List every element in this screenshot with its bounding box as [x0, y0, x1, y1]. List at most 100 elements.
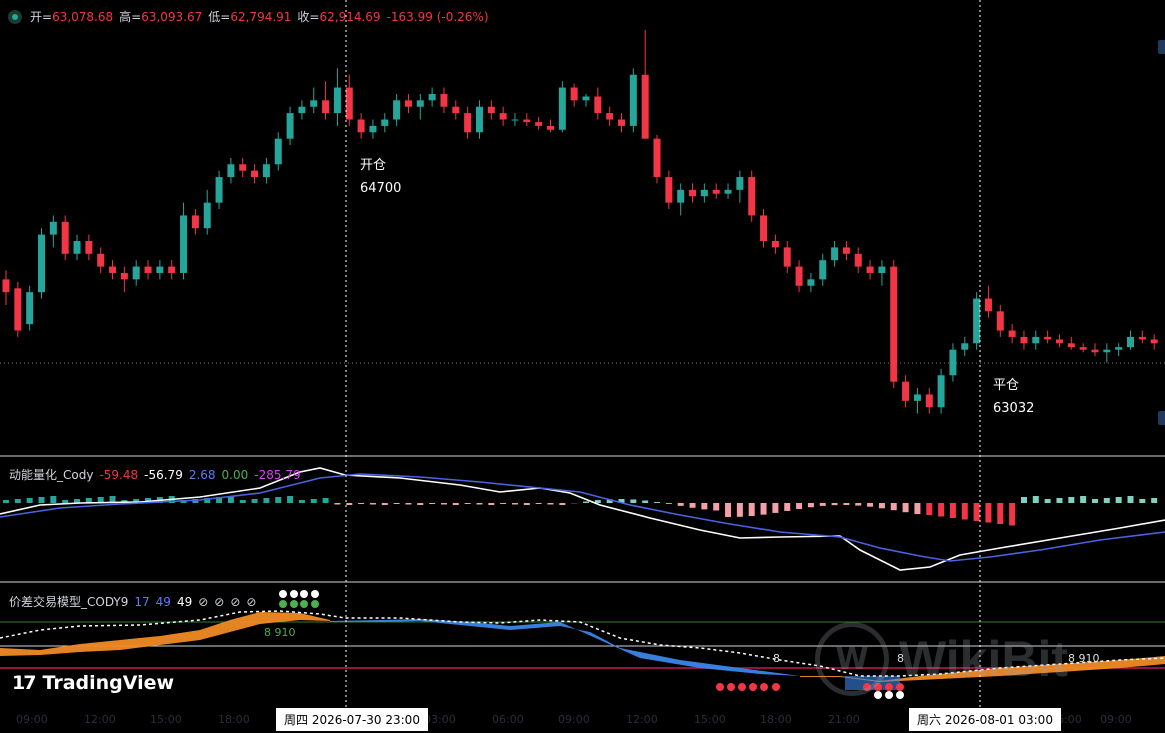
histogram-bar [665, 503, 672, 504]
histogram-bar [949, 503, 956, 518]
ohlc-open-value: 63,078.68 [52, 9, 114, 24]
candle-body [404, 100, 412, 107]
candle-body [700, 189, 708, 197]
histogram-bar [488, 503, 495, 505]
signal-number: 8 [773, 652, 780, 665]
signal-dot [300, 590, 308, 598]
ohlc-change-value: -163.99 (-0.26%) [386, 9, 489, 24]
candle-body [14, 288, 22, 331]
candle-body [1103, 349, 1111, 353]
candle-body [1079, 347, 1087, 350]
histogram-bar [736, 503, 743, 517]
histogram-bar [369, 503, 376, 505]
histogram-bar [62, 500, 69, 503]
tradingview-logo[interactable]: 17 TradingView [12, 672, 174, 694]
histogram-bar [1009, 503, 1016, 526]
indicator1-value5: -285.79 [254, 467, 301, 482]
open-position-price: 64700 [360, 181, 402, 196]
candle-body [180, 215, 188, 273]
histogram-bar [938, 503, 945, 517]
crosshair-time-badge-right: 周六 2026-08-01 03:00 [909, 708, 1061, 731]
candle-body [499, 113, 507, 120]
candle-body [523, 119, 531, 123]
indicator1-legend[interactable]: 动能量化_Cody -59.48 -56.79 2.68 0.00 -285.7… [9, 466, 301, 483]
ohlc-close-key: 收= [297, 10, 320, 24]
candle-body [984, 298, 992, 312]
candle-body [333, 87, 341, 114]
histogram-bar [843, 503, 850, 506]
histogram-bar [819, 503, 826, 506]
histogram-bar [890, 503, 897, 511]
signal-dot [727, 683, 735, 691]
histogram-bar [1091, 499, 1098, 503]
candle-body [618, 119, 626, 126]
candle-body [807, 279, 815, 286]
candle-body [712, 189, 720, 194]
histogram-bar [725, 503, 732, 517]
time-axis-label: 15:00 [150, 713, 182, 726]
candle-body [973, 298, 981, 344]
histogram-bar [760, 503, 767, 515]
candle-body [452, 106, 460, 114]
histogram-bar [464, 503, 471, 504]
indicator1-value4: 0.00 [221, 467, 249, 482]
histogram-bar [1127, 496, 1134, 503]
candle-body [156, 266, 164, 273]
candle-body [594, 96, 602, 114]
histogram-bar [1151, 498, 1158, 503]
indicator2-param3: 49 [176, 594, 193, 609]
histogram-bar [961, 503, 968, 520]
candle-body [262, 164, 270, 178]
histogram-bar [1139, 499, 1146, 503]
candle-body [760, 215, 768, 241]
status-dot-icon[interactable] [8, 9, 22, 24]
hidden-plot-icon: ⊘ [246, 594, 257, 609]
histogram-bar [346, 503, 353, 505]
histogram-bar [867, 503, 874, 507]
ohlc-high-value: 63,093.67 [141, 9, 203, 24]
candle-body [925, 394, 933, 408]
indicator2-legend[interactable]: 价差交易模型_CODY9 17 49 49 ⊘ ⊘ ⊘ ⊘ [9, 593, 256, 610]
hidden-plot-icon: ⊘ [198, 594, 209, 609]
candle-body [227, 164, 235, 178]
price-scale-tag[interactable] [1158, 40, 1165, 54]
histogram-bar [1056, 498, 1063, 503]
ohlc-low-value: 62,794.91 [230, 9, 292, 24]
signal-dot [749, 683, 757, 691]
indicator2-name: 价差交易模型_CODY9 [9, 595, 129, 609]
candle-body [854, 253, 862, 267]
signal-dot [279, 600, 287, 608]
tradingview-mark-icon: 17 [12, 672, 36, 694]
histogram-bar [1032, 496, 1039, 503]
histogram-bar [275, 497, 282, 503]
candle-body [748, 177, 756, 216]
close-position-label: 平仓 [993, 378, 1020, 393]
histogram-bar [1020, 497, 1027, 503]
price-scale-tag[interactable] [1158, 411, 1165, 425]
candle-body [369, 125, 377, 133]
histogram-bar [748, 503, 755, 517]
candle-body [215, 177, 223, 203]
candle-body [606, 113, 614, 120]
ohlc-header: 开= 63,078.68 高= 63,093.67 低= 62,794.91 收… [8, 8, 495, 25]
histogram-bar [973, 503, 980, 521]
histogram-bar [358, 503, 365, 504]
candle-body [902, 381, 910, 401]
histogram-bar [38, 497, 45, 503]
candle-body [558, 87, 566, 130]
histogram-bar [3, 500, 9, 503]
histogram-bar [263, 498, 270, 503]
candle-body [26, 292, 34, 325]
histogram-bar [298, 500, 305, 503]
histogram-bar [855, 503, 862, 506]
signal-dot [738, 683, 746, 691]
candle-body [866, 266, 874, 273]
candle-body [1150, 339, 1158, 344]
time-axis-label: 12:00 [626, 713, 658, 726]
crosshair-time-badge-left: 周四 2026-07-30 23:00 [276, 708, 428, 731]
indicator1-value2: -56.79 [144, 467, 183, 482]
time-axis-label: 09:00 [558, 713, 590, 726]
signal-dot [279, 590, 287, 598]
candle-body [771, 241, 779, 248]
candle-body [97, 253, 105, 267]
